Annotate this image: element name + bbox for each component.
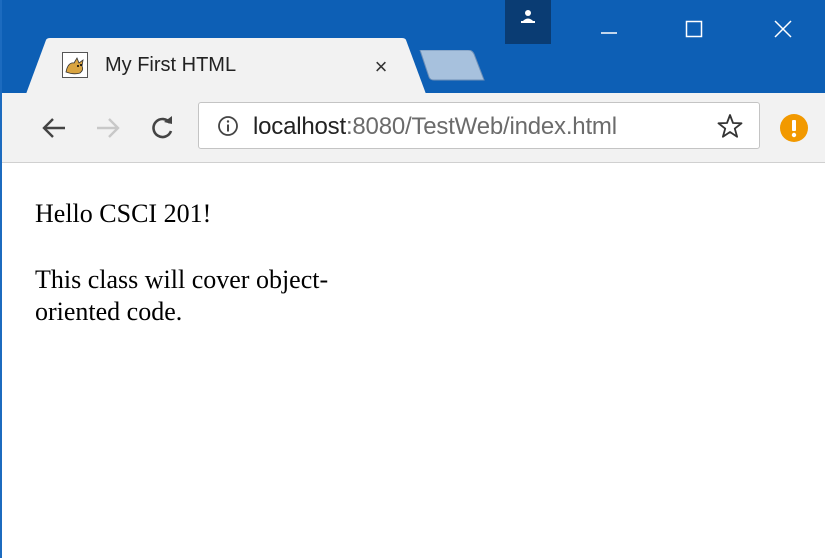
url-text[interactable]: localhost:8080/TestWeb/index.html [253,113,617,141]
back-button[interactable] [38,112,70,144]
info-icon[interactable] [217,115,239,137]
alert-icon[interactable] [779,113,809,143]
forward-button[interactable] [92,112,124,144]
maximize-icon [685,20,703,38]
new-tab-button[interactable] [418,50,486,82]
arrow-left-icon [42,118,65,138]
browser-window: My First HTML × localhost:8080/TestWeb/i… [0,0,825,558]
description-text: This class will cover object-oriented co… [35,265,329,326]
arrow-right-icon [97,118,120,138]
star-icon[interactable] [717,113,743,139]
browser-toolbar: localhost:8080/TestWeb/index.html [2,93,825,163]
url-path: :8080/TestWeb/index.html [345,113,617,140]
address-bar[interactable]: localhost:8080/TestWeb/index.html [198,102,760,149]
url-host: localhost [253,113,346,140]
close-window-button[interactable] [754,0,812,60]
minimize-icon [601,32,617,34]
greeting-text: Hello CSCI 201! [35,199,212,228]
reload-button[interactable] [146,112,178,144]
title-bar: My First HTML × [2,0,825,94]
reload-icon [152,116,173,139]
person-icon [521,10,535,23]
profile-button[interactable] [505,0,551,44]
tomcat-icon [62,52,88,78]
maximize-button[interactable] [665,0,723,60]
page-content: Hello CSCI 201! This class will cover ob… [2,164,825,558]
tab-close-button[interactable]: × [368,54,394,80]
minimize-button[interactable] [580,0,638,60]
tab-title: My First HTML [105,54,237,76]
close-icon [774,20,792,38]
